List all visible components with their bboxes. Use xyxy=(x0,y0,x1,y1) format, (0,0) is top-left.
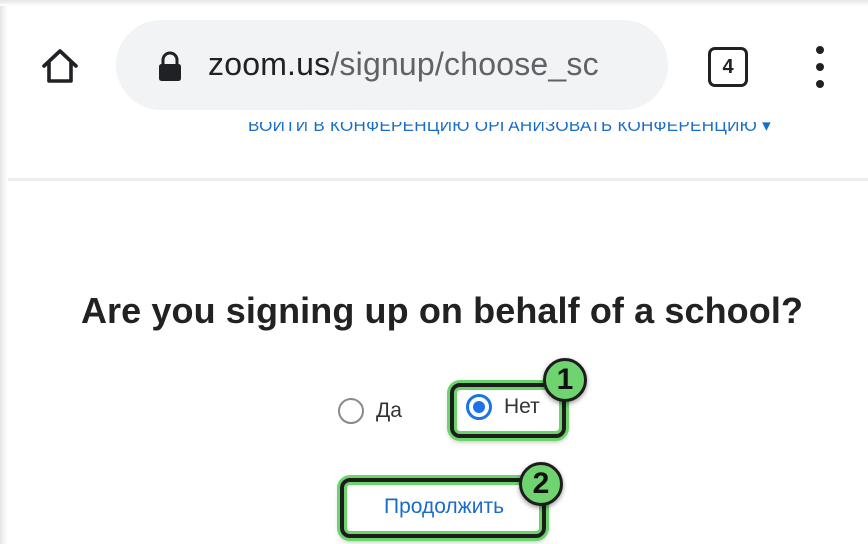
url-path: /signup/choose_sc xyxy=(330,46,599,82)
site-nav: ВОЙТИ В КОНФЕРЕНЦИЮ ОРГАНИЗОВАТЬ КОНФЕРЕ… xyxy=(8,122,868,178)
address-bar[interactable]: zoom.us/signup/choose_sc xyxy=(116,20,668,110)
radio-option-yes[interactable]: Да xyxy=(338,398,402,424)
url-host: zoom.us xyxy=(208,46,331,82)
tab-switcher-button[interactable]: 4 xyxy=(708,47,748,87)
callout-badge-2: 2 xyxy=(519,462,563,506)
nav-divider xyxy=(8,178,868,181)
site-nav-links[interactable]: ВОЙТИ В КОНФЕРЕНЦИЮ ОРГАНИЗОВАТЬ КОНФЕРЕ… xyxy=(248,122,771,136)
radio-button-yes[interactable] xyxy=(338,398,364,424)
signup-question: Are you signing up on behalf of a school… xyxy=(80,290,804,331)
tab-count: 4 xyxy=(722,55,734,78)
lock-icon xyxy=(159,51,181,81)
home-icon xyxy=(42,49,78,83)
frame-edge xyxy=(0,0,8,544)
callout-highlight-2 xyxy=(340,478,546,538)
more-vert-icon[interactable] xyxy=(808,42,832,92)
browser-toolbar: zoom.us/signup/choose_sc 4 xyxy=(8,6,868,122)
radio-label-yes: Да xyxy=(376,399,402,422)
url-text: zoom.us/signup/choose_sc xyxy=(208,46,599,83)
callout-badge-1: 1 xyxy=(543,358,587,402)
home-button[interactable] xyxy=(38,44,82,88)
